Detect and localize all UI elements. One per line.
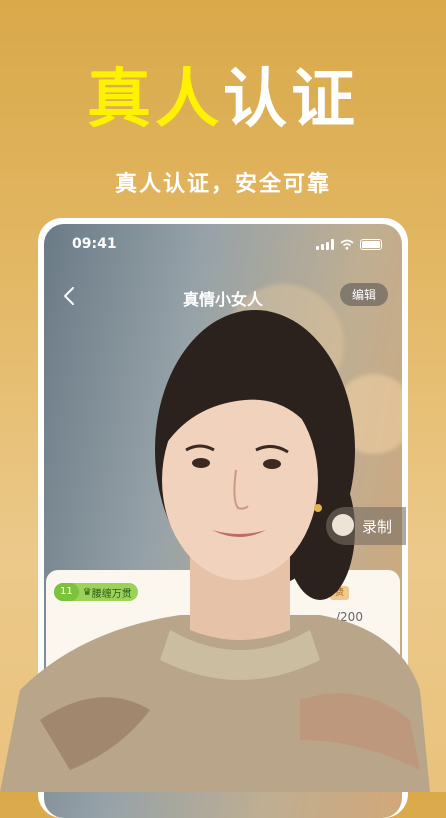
record-icon (332, 514, 354, 536)
promo-subtitle: 真人认证，安全可靠 (114, 172, 331, 197)
battery-icon (360, 239, 382, 250)
signal-icon (316, 239, 334, 250)
record-button[interactable]: 录制 (326, 507, 406, 545)
status-bar: 09:41 (44, 236, 402, 256)
headline-part-yellow: 真人 (87, 63, 223, 137)
record-label: 录制 (362, 518, 393, 536)
headline-part-white: 认证 (223, 63, 359, 137)
status-time: 09:41 (72, 236, 117, 252)
portrait-photo (0, 310, 430, 792)
promo-headline: 真人认证 (0, 68, 446, 132)
wifi-icon (340, 239, 354, 250)
status-icons (316, 239, 382, 250)
